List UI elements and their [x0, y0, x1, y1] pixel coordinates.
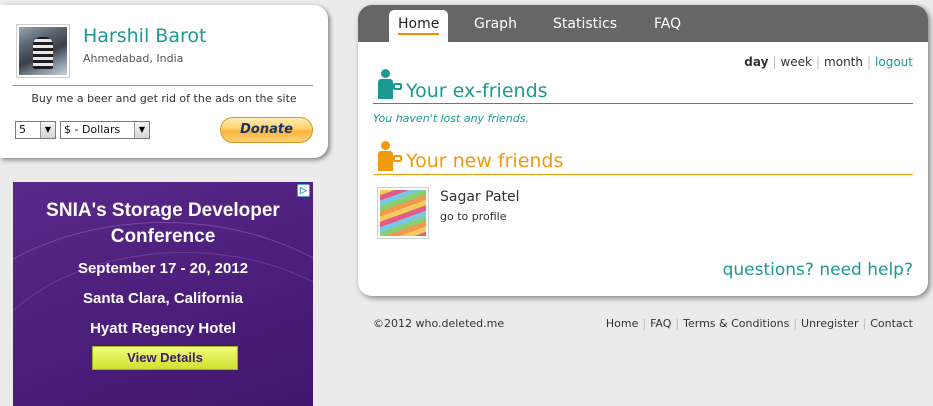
period-month[interactable]: month: [824, 55, 863, 69]
new-friends-divider: [373, 174, 913, 175]
friend-avatar[interactable]: [377, 187, 429, 239]
currency-value: $ - Dollars: [64, 123, 121, 136]
quantity-select[interactable]: 5 ▼: [15, 121, 56, 139]
ad-title: SNIA's Storage Developer Conference: [13, 198, 313, 250]
ad-location: Santa Clara, California: [82, 290, 244, 307]
tab-home-label: Home: [398, 16, 440, 35]
ex-friends-divider: [373, 103, 913, 104]
friend-name[interactable]: Sagar Patel: [440, 189, 520, 205]
adchoices-icon[interactable]: ▷: [297, 184, 310, 197]
footer-link-contact[interactable]: Contact: [870, 317, 913, 330]
chevron-down-icon[interactable]: ▼: [134, 122, 149, 138]
tab-bar: Home Graph Statistics FAQ: [358, 5, 928, 42]
ex-friends-person-icon: [378, 69, 404, 99]
ad-dates: September 17 - 20, 2012: [77, 260, 249, 277]
currency-select[interactable]: $ - Dollars ▼: [60, 121, 150, 139]
go-to-profile-link[interactable]: go to profile: [440, 210, 507, 223]
new-friends-title: Your new friends: [406, 150, 564, 172]
period-week[interactable]: week: [780, 55, 812, 69]
tab-home[interactable]: Home: [389, 10, 449, 42]
footer-link-unregister[interactable]: Unregister: [801, 317, 858, 330]
footer-link-faq[interactable]: FAQ: [650, 317, 671, 330]
separator: |: [772, 55, 777, 69]
footer-link-terms[interactable]: Terms & Conditions: [683, 317, 789, 330]
avatar[interactable]: [16, 24, 70, 78]
ex-friends-status: You haven't lost any friends.: [373, 112, 529, 125]
logout-link[interactable]: logout: [875, 55, 913, 69]
ad-title-line-1: SNIA's Storage Developer: [46, 200, 280, 221]
separator: |: [816, 55, 821, 69]
donate-button[interactable]: Donate: [220, 117, 313, 143]
copyright: ©2012 who.deleted.me: [373, 317, 505, 330]
tab-graph[interactable]: Graph: [474, 16, 517, 32]
help-link[interactable]: questions? need help?: [723, 260, 913, 280]
chevron-down-icon[interactable]: ▼: [40, 122, 55, 138]
profile-name[interactable]: Harshil Barot: [83, 25, 206, 47]
tab-statistics[interactable]: Statistics: [553, 16, 617, 32]
tab-faq[interactable]: FAQ: [654, 16, 681, 32]
avatar-image: [19, 27, 67, 75]
friend-avatar-image: [380, 190, 426, 236]
profile-card: Harshil Barot Ahmedabad, India Buy me a …: [0, 5, 328, 158]
footer-links: Home | FAQ | Terms & Conditions | Unregister | C…: [606, 317, 913, 330]
divider: [12, 85, 313, 86]
separator: |: [862, 317, 867, 330]
ad-venue: Hyatt Regency Hotel: [90, 320, 236, 337]
view-details-button[interactable]: View Details: [92, 346, 238, 370]
main-panel: Home Graph Statistics FAQ day | week | month…: [358, 5, 928, 296]
profile-location: Ahmedabad, India: [83, 52, 184, 65]
ex-friends-title: Your ex-friends: [406, 80, 548, 102]
beer-text: Buy me a beer and get rid of the ads on …: [31, 92, 297, 105]
ad-title-line-2: Conference: [110, 226, 216, 247]
period-day[interactable]: day: [744, 55, 768, 69]
ad-banner[interactable]: ▷ SNIA's Storage Developer Conference Se…: [13, 182, 313, 406]
footer-link-home[interactable]: Home: [606, 317, 638, 330]
separator: |: [793, 317, 798, 330]
separator: |: [867, 55, 872, 69]
period-links: day | week | month | logout: [744, 55, 913, 69]
separator: |: [642, 317, 647, 330]
separator: |: [675, 317, 680, 330]
new-friends-person-icon: [378, 141, 404, 171]
quantity-value: 5: [19, 123, 26, 136]
